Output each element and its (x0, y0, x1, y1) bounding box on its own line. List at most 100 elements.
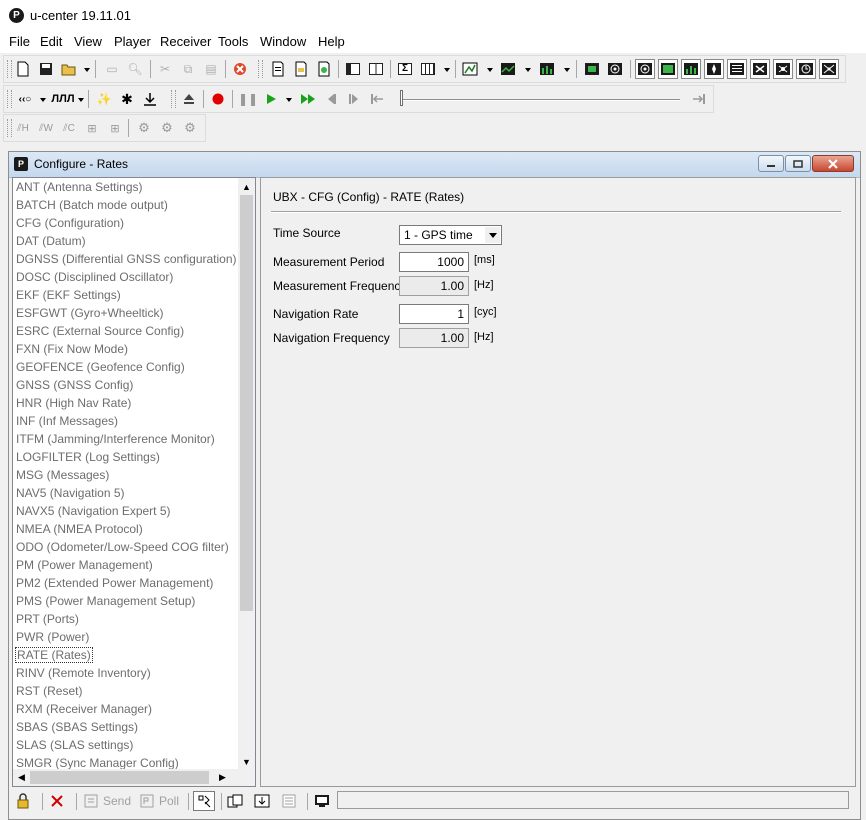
scroll-thumb[interactable] (240, 195, 253, 611)
menu-file[interactable]: File (9, 34, 30, 49)
fast-forward-icon[interactable] (298, 89, 318, 109)
clear-icon[interactable] (230, 59, 250, 79)
minimize-button[interactable] (758, 155, 784, 172)
list-item[interactable]: SLAS (SLAS settings) (15, 737, 134, 753)
list-item[interactable]: HNR (High Nav Rate) (15, 395, 132, 411)
scroll-up-icon[interactable]: ▲ (238, 178, 255, 195)
toolbar-grip[interactable] (7, 119, 12, 137)
hex-view-icon[interactable] (314, 791, 334, 811)
menu-window[interactable]: Window (260, 34, 306, 49)
lock-icon[interactable] (16, 791, 34, 811)
list-item[interactable]: EKF (EKF Settings) (15, 287, 122, 303)
list-item[interactable]: ITFM (Jamming/Interference Monitor) (15, 431, 216, 447)
new-file-icon[interactable] (13, 59, 33, 79)
configure-title-bar[interactable]: P Configure - Rates (9, 152, 860, 178)
map-view-icon[interactable] (460, 59, 480, 79)
list-item[interactable]: INF (Inf Messages) (15, 413, 119, 429)
save-config-icon[interactable] (254, 791, 274, 811)
histogram-view-icon[interactable] (537, 59, 557, 79)
record-icon[interactable] (208, 89, 228, 109)
close-button[interactable] (812, 155, 854, 172)
maximize-button[interactable] (785, 155, 811, 172)
export-log-icon[interactable] (268, 59, 288, 79)
hscroll-thumb[interactable] (30, 771, 209, 784)
play-icon[interactable] (261, 89, 281, 109)
list-item[interactable]: ANT (Antenna Settings) (15, 179, 144, 195)
list-item[interactable]: NAV5 (Navigation 5) (15, 485, 126, 501)
menu-edit[interactable]: Edit (40, 34, 62, 49)
toolbar-grip[interactable] (7, 90, 12, 108)
camera-view-icon[interactable] (582, 59, 602, 79)
list-item[interactable]: RINV (Remote Inventory) (15, 665, 152, 681)
list-item[interactable]: ESFGWT (Gyro+Wheeltick) (15, 305, 164, 321)
list-item[interactable]: DOSC (Disciplined Oscillator) (15, 269, 174, 285)
menu-player[interactable]: Player (114, 34, 151, 49)
baudrate-icon[interactable]: ЛЛЛ (51, 89, 75, 109)
list-item[interactable]: ODO (Odometer/Low-Speed COG filter) (15, 539, 230, 555)
toolbar-grip[interactable] (7, 60, 12, 78)
scroll-left-icon[interactable]: ◀ (13, 769, 30, 786)
list-item[interactable]: BATCH (Batch mode output) (15, 197, 169, 213)
list-item[interactable]: SBAS (SBAS Settings) (15, 719, 139, 735)
navigation-rate-input[interactable]: 1 (399, 304, 469, 324)
list-item[interactable]: NAVX5 (Navigation Expert 5) (15, 503, 172, 519)
poll-button[interactable]: Poll (140, 791, 179, 811)
time-source-select[interactable]: 1 - GPS time (399, 225, 502, 245)
chevron-down-icon[interactable] (485, 227, 500, 243)
menu-view[interactable]: View (74, 34, 102, 49)
load-config-icon[interactable] (227, 791, 247, 811)
globe-view-icon[interactable] (819, 59, 839, 79)
statistics-view-icon[interactable]: Σ (395, 59, 415, 79)
list-item[interactable]: RST (Reset) (15, 683, 83, 699)
download-icon[interactable] (140, 89, 160, 109)
list-item[interactable]: GEOFENCE (Geofence Config) (15, 359, 186, 375)
deviation-map-icon[interactable] (635, 59, 655, 79)
export-report-icon[interactable] (314, 59, 334, 79)
eject-icon[interactable] (179, 89, 199, 109)
list-item[interactable]: PMS (Power Management Setup) (15, 593, 196, 609)
scroll-down-icon[interactable]: ▼ (238, 753, 255, 770)
signal-view-icon[interactable] (658, 59, 678, 79)
list-item[interactable]: FXN (Fix Now Mode) (15, 341, 129, 357)
list-horizontal-scrollbar[interactable]: ◀ ▶ (13, 769, 255, 786)
menu-help[interactable]: Help (318, 34, 345, 49)
scroll-right-icon[interactable]: ▶ (214, 769, 231, 786)
message-list[interactable]: ANT (Antenna Settings) BATCH (Batch mode … (12, 177, 256, 787)
list-item[interactable]: RATE (Rates) (15, 647, 93, 663)
measurement-period-input[interactable]: 1000 (399, 252, 469, 272)
data-view-icon[interactable] (727, 59, 747, 79)
list-item[interactable]: PRT (Ports) (15, 611, 80, 627)
table-view-icon[interactable] (418, 59, 438, 79)
menu-receiver[interactable]: Receiver (160, 34, 211, 49)
debug-icon[interactable]: ✱ (117, 89, 137, 109)
list-item[interactable]: PM (Power Management) (15, 557, 154, 573)
list-item[interactable]: GNSS (GNSS Config) (15, 377, 134, 393)
clock-view-icon[interactable] (796, 59, 816, 79)
chart-view-icon[interactable] (498, 59, 518, 79)
antenna-view-icon[interactable] (773, 59, 793, 79)
satellite-level-icon[interactable] (681, 59, 701, 79)
list-item[interactable]: NMEA (NMEA Protocol) (15, 521, 144, 537)
open-folder-icon[interactable] (59, 59, 79, 79)
docking-view-icon[interactable] (343, 59, 363, 79)
list-item[interactable]: PWR (Power) (15, 629, 90, 645)
playback-slider-thumb[interactable] (400, 90, 403, 106)
sky-view-icon[interactable] (605, 59, 625, 79)
compass-icon[interactable] (704, 59, 724, 79)
autobauding-icon[interactable]: ✨ (94, 89, 114, 109)
list-item[interactable]: DGNSS (Differential GNSS configuration) (15, 251, 238, 267)
list-item[interactable]: PM2 (Extended Power Management) (15, 575, 214, 591)
playback-slider-track[interactable] (400, 99, 680, 101)
send-button[interactable]: Send (84, 791, 131, 811)
split-view-icon[interactable] (366, 59, 386, 79)
list-item[interactable]: DAT (Datum) (15, 233, 87, 249)
list-vertical-scrollbar[interactable]: ▲ ▼ (238, 178, 255, 770)
auto-poll-icon[interactable] (193, 791, 215, 811)
satellite-icon[interactable] (750, 59, 770, 79)
list-item[interactable]: RXM (Receiver Manager) (15, 701, 153, 717)
list-item[interactable]: MSG (Messages) (15, 467, 110, 483)
export-kml-icon[interactable] (291, 59, 311, 79)
list-item[interactable]: ESRC (External Source Config) (15, 323, 185, 339)
list-item[interactable]: LOGFILTER (Log Settings) (15, 449, 161, 465)
save-icon[interactable] (36, 59, 56, 79)
